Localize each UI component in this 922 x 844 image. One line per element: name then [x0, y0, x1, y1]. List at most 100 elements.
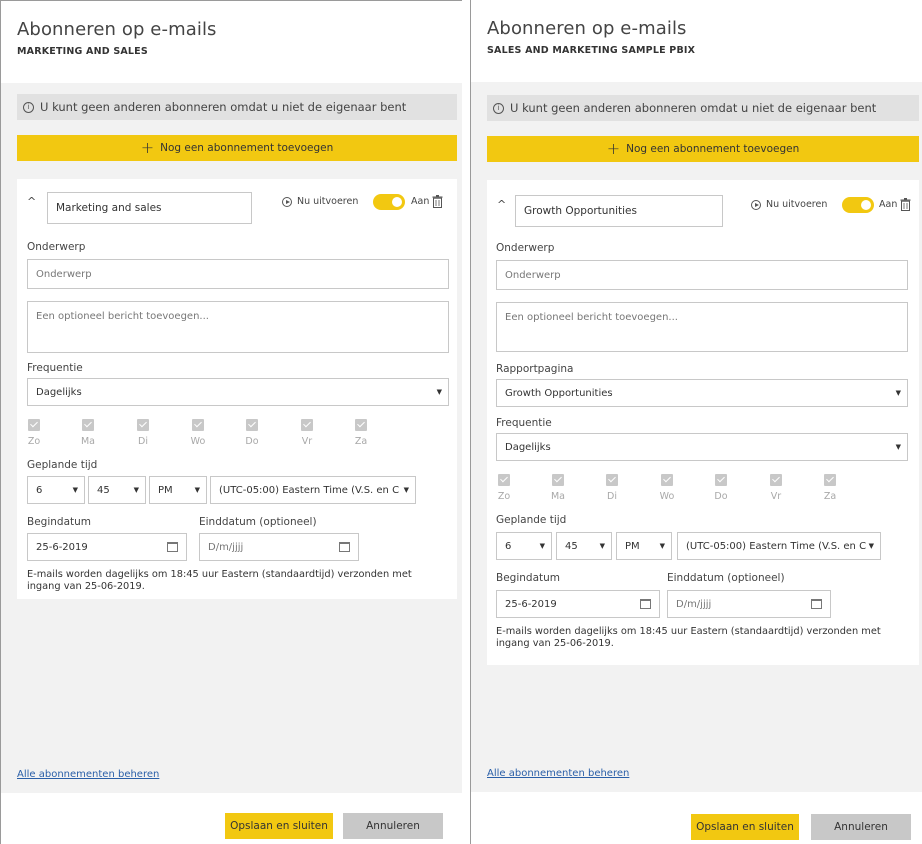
- end-date-label: Einddatum (optioneel): [199, 516, 317, 528]
- calendar-icon[interactable]: [640, 599, 651, 609]
- caret-down-icon: ▼: [659, 542, 665, 550]
- day-checkbox-za[interactable]: Za: [818, 474, 842, 502]
- day-checkbox-do[interactable]: Do: [240, 419, 264, 447]
- day-checkbox-zo[interactable]: Zo: [22, 419, 46, 447]
- frequency-value: Dagelijks: [36, 386, 82, 398]
- save-and-close-button[interactable]: Opslaan en sluiten: [225, 813, 333, 839]
- subscription-name-input[interactable]: Growth Opportunities: [515, 195, 723, 227]
- caret-down-icon: ▼: [539, 542, 545, 550]
- ampm-value: PM: [158, 484, 173, 496]
- owner-notice: i U kunt geen anderen abonneren omdat u …: [487, 95, 919, 121]
- day-label: Ma: [550, 491, 566, 502]
- day-checkbox-vr[interactable]: Vr: [764, 474, 788, 502]
- cancel-button[interactable]: Annuleren: [811, 814, 911, 840]
- end-date-input[interactable]: D/m/jjjj: [667, 590, 831, 618]
- end-date-input[interactable]: D/m/jjjj: [199, 533, 359, 561]
- minute-value: 45: [565, 540, 578, 552]
- frequency-label: Frequentie: [496, 417, 552, 429]
- panel-title: Abonneren op e-mails: [17, 19, 217, 40]
- day-label: Zo: [497, 491, 511, 502]
- subscribe-panel-marketing: Abonneren op e-mails MARKETING AND SALES…: [0, 0, 462, 844]
- day-checkbox-di[interactable]: Di: [131, 419, 155, 447]
- run-now-button[interactable]: Nu uitvoeren: [751, 199, 827, 210]
- toggle-label: Aan: [411, 196, 430, 207]
- subject-label: Onderwerp: [27, 241, 86, 253]
- checkbox-icon: [355, 419, 367, 431]
- checkbox-icon: [715, 474, 727, 486]
- message-textarea[interactable]: Een optioneel bericht toevoegen...: [27, 301, 449, 353]
- checkbox-icon: [824, 474, 836, 486]
- caret-down-icon: ▼: [866, 542, 874, 550]
- end-date-placeholder: D/m/jjjj: [676, 598, 712, 610]
- checkbox-icon: [301, 419, 313, 431]
- calendar-icon[interactable]: [167, 542, 178, 552]
- active-toggle[interactable]: [842, 197, 874, 213]
- save-and-close-button[interactable]: Opslaan en sluiten: [691, 814, 799, 840]
- chevron-up-icon[interactable]: ^: [27, 195, 36, 208]
- manage-subscriptions-link[interactable]: Alle abonnementen beheren: [487, 768, 629, 779]
- active-toggle[interactable]: [373, 194, 405, 210]
- caret-down-icon: ▼: [133, 486, 139, 494]
- subscription-name-input[interactable]: Marketing and sales: [47, 192, 252, 224]
- plus-icon: +: [606, 139, 621, 158]
- minute-select[interactable]: 45 ▼: [88, 476, 146, 504]
- day-checkbox-do[interactable]: Do: [709, 474, 733, 502]
- add-subscription-button[interactable]: + Nog een abonnement toevoegen: [487, 136, 919, 162]
- hour-select[interactable]: 6 ▼: [27, 476, 85, 504]
- caret-down-icon: ▼: [401, 486, 409, 494]
- day-checkbox-zo[interactable]: Zo: [492, 474, 516, 502]
- caret-down-icon: ▼: [436, 388, 442, 396]
- manage-subscriptions-link[interactable]: Alle abonnementen beheren: [17, 769, 159, 780]
- cancel-button[interactable]: Annuleren: [343, 813, 443, 839]
- day-label: Vr: [301, 436, 313, 447]
- owner-notice-text: U kunt geen anderen abonneren omdat u ni…: [510, 101, 877, 115]
- report-page-label: Rapportpagina: [496, 363, 574, 375]
- add-subscription-button[interactable]: + Nog een abonnement toevoegen: [17, 135, 457, 161]
- toggle-label: Aan: [879, 199, 898, 210]
- day-label: Do: [245, 436, 259, 447]
- message-textarea[interactable]: Een optioneel bericht toevoegen...: [496, 302, 908, 352]
- start-date-input[interactable]: 25-6-2019: [27, 533, 187, 561]
- timezone-value: (UTC-05:00) Eastern Time (V.S. en C: [219, 484, 400, 496]
- start-date-value: 25-6-2019: [505, 598, 557, 610]
- checkbox-icon: [661, 474, 673, 486]
- chevron-up-icon[interactable]: ^: [497, 198, 506, 211]
- day-checkbox-vr[interactable]: Vr: [295, 419, 319, 447]
- day-label: Di: [607, 491, 617, 502]
- day-checkbox-wo[interactable]: Wo: [655, 474, 679, 502]
- day-checkbox-za[interactable]: Za: [349, 419, 373, 447]
- minute-value: 45: [97, 484, 110, 496]
- calendar-icon[interactable]: [339, 542, 350, 552]
- frequency-select[interactable]: Dagelijks ▼: [496, 433, 908, 461]
- checkbox-icon: [498, 474, 510, 486]
- ampm-select[interactable]: PM ▼: [149, 476, 207, 504]
- scheduled-time-label: Geplande tijd: [496, 514, 567, 526]
- ampm-value: PM: [625, 540, 640, 552]
- calendar-icon[interactable]: [811, 599, 822, 609]
- frequency-value: Dagelijks: [505, 441, 551, 453]
- minute-select[interactable]: 45 ▼: [556, 532, 612, 560]
- start-date-input[interactable]: 25-6-2019: [496, 590, 660, 618]
- subject-input[interactable]: Onderwerp: [496, 260, 908, 290]
- day-checkbox-ma[interactable]: Ma: [546, 474, 570, 502]
- trash-icon[interactable]: [432, 195, 443, 208]
- checkbox-icon: [82, 419, 94, 431]
- ampm-select[interactable]: PM ▼: [616, 532, 672, 560]
- report-page-select[interactable]: Growth Opportunities ▼: [496, 379, 908, 407]
- timezone-select[interactable]: (UTC-05:00) Eastern Time (V.S. en C ▼: [677, 532, 881, 560]
- frequency-select[interactable]: Dagelijks ▼: [27, 378, 449, 406]
- checkbox-icon: [137, 419, 149, 431]
- trash-icon[interactable]: [900, 198, 911, 211]
- frequency-label: Frequentie: [27, 362, 83, 374]
- info-icon: i: [493, 102, 504, 114]
- day-checkbox-ma[interactable]: Ma: [76, 419, 100, 447]
- subject-input[interactable]: Onderwerp: [27, 259, 449, 289]
- hour-value: 6: [505, 540, 512, 552]
- run-now-button[interactable]: Nu uitvoeren: [282, 196, 358, 207]
- hour-select[interactable]: 6 ▼: [496, 532, 552, 560]
- panel-title: Abonneren op e-mails: [487, 18, 687, 39]
- day-checkbox-wo[interactable]: Wo: [186, 419, 210, 447]
- day-checkbox-di[interactable]: Di: [600, 474, 624, 502]
- timezone-select[interactable]: (UTC-05:00) Eastern Time (V.S. en C ▼: [210, 476, 416, 504]
- day-label: Vr: [770, 491, 782, 502]
